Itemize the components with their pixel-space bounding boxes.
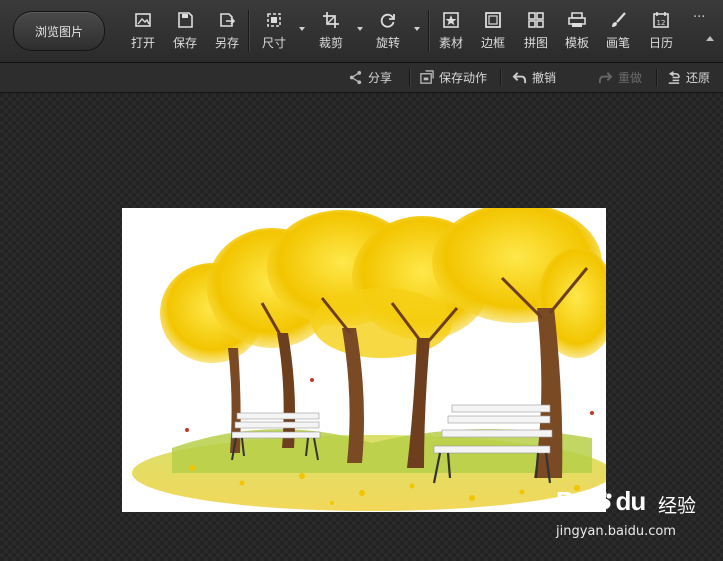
rotate-label: 旋转 [376,36,401,50]
collage-label: 拼图 [524,36,549,50]
share-icon [349,70,362,85]
rotate-dropdown-icon[interactable] [414,27,420,31]
crop-button[interactable]: 裁剪 [319,11,343,55]
frame-button[interactable]: 边框 [481,11,505,55]
undo-button[interactable]: 撤销 [512,63,556,92]
open-button[interactable]: 打开 [131,11,155,55]
watermark-brand-prefix: Bai [556,486,594,516]
action-divider [656,69,657,86]
resize-dropdown-icon[interactable] [299,27,305,31]
collage-button[interactable]: 拼图 [524,11,548,55]
restore-icon [668,70,680,84]
share-button[interactable]: 分享 [348,63,392,92]
template-button[interactable]: 模板 [565,11,589,55]
action-divider [500,69,501,86]
collapse-toolbar-icon[interactable] [706,36,714,41]
watermark-jingyan: 经验 [658,495,697,517]
crop-label: 裁剪 [319,36,344,50]
undo-label: 撤销 [532,71,557,85]
resize-button[interactable]: 尺寸 [262,11,286,55]
save-label: 保存 [173,36,198,50]
template-icon [568,12,586,27]
save-icon [178,12,193,28]
save-action-icon [420,70,434,84]
open-icon [135,13,151,27]
photo-autumn-park-benches[interactable] [122,208,606,512]
crop-icon [323,12,339,28]
calendar-label: 日历 [649,36,674,50]
rotate-button[interactable]: 旋转 [376,11,400,55]
baidu-jingyan-watermark: Bai du 经验 jingyan.baidu.com [556,486,716,544]
browse-images-button[interactable]: 浏览图片 [13,11,105,51]
redo-button[interactable]: 重做 [598,63,642,92]
brush-icon [612,12,626,27]
save-button[interactable]: 保存 [173,11,197,55]
autumn-trees-illustration [122,208,606,512]
restore-label: 还原 [686,71,711,85]
sticker-icon [443,12,459,28]
sticker-label: 素材 [439,36,464,50]
action-divider [409,69,410,86]
collage-icon [528,12,544,28]
main-toolbar: 浏览图片 打开 保存 另存 尺寸 裁剪 旋转 素材 边框 拼图 模板 画笔 12… [0,0,723,63]
save-action-button[interactable]: 保存动作 [419,63,487,92]
template-label: 模板 [565,36,590,50]
brush-button[interactable]: 画笔 [606,11,630,55]
paw-icon [596,490,613,510]
resize-icon [267,13,281,27]
watermark-brand: Bai du [556,486,646,517]
redo-icon [598,72,613,84]
frame-label: 边框 [481,36,506,50]
save-action-label: 保存动作 [439,71,488,85]
watermark-url: jingyan.baidu.com [556,524,676,539]
frame-icon [485,12,501,28]
crop-dropdown-icon[interactable] [357,27,363,31]
redo-label: 重做 [618,71,643,85]
action-bar: 分享 保存动作 撤销 重做 还原 [0,63,723,142]
brush-label: 画笔 [606,36,631,50]
toolbar-divider [248,10,249,52]
calendar-icon: 12 [653,12,669,28]
undo-icon [512,72,527,84]
save-as-label: 另存 [215,36,240,50]
open-label: 打开 [131,36,156,50]
restore-button[interactable]: 还原 [666,63,710,92]
svg-text:12: 12 [657,19,666,27]
calendar-button[interactable]: 12 日历 [649,11,673,55]
more-icon[interactable]: ··· [693,10,705,25]
save-as-icon [220,13,236,27]
resize-label: 尺寸 [262,36,287,50]
share-label: 分享 [368,71,393,85]
sticker-button[interactable]: 素材 [439,11,463,55]
watermark-brand-suffix: du [615,486,646,516]
rotate-icon [380,13,395,28]
toolbar-divider [428,10,429,52]
save-as-button[interactable]: 另存 [215,11,239,55]
